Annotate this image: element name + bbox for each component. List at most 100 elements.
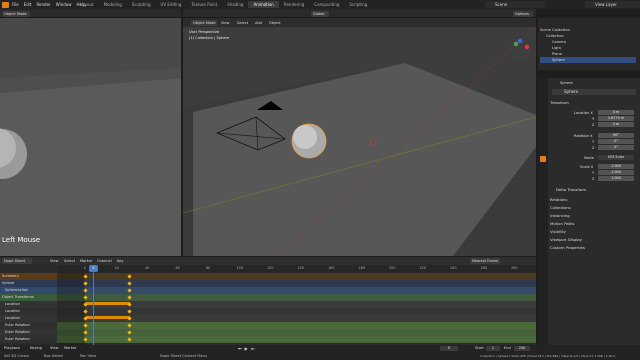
tab-scripting[interactable]: Scripting <box>344 1 372 8</box>
tab-compositing[interactable]: Compositing <box>309 1 344 8</box>
delta-transform-section[interactable]: Delta Transform <box>556 187 586 192</box>
scene-selector[interactable]: Scene <box>485 1 545 8</box>
tab-sculpting[interactable]: Sculpting <box>127 1 156 8</box>
collections-section[interactable]: Collections <box>550 205 571 210</box>
channel-location-x[interactable]: Location <box>0 301 57 308</box>
channel-sphere-action[interactable]: SphereAction <box>0 287 57 294</box>
dope-menu-marker[interactable]: Marker <box>80 259 92 263</box>
channel-object-transforms[interactable]: Object Transforms <box>0 294 57 301</box>
dope-menu-select[interactable]: Select <box>64 259 75 263</box>
visibility-section[interactable]: Visibility <box>550 229 566 234</box>
snap-dropdown[interactable]: Nearest Frame <box>470 258 500 264</box>
rotation-y-label: Y <box>592 140 595 144</box>
outliner-sphere[interactable]: Sphere <box>540 57 636 63</box>
view-layer-selector[interactable]: View Layer <box>585 1 640 8</box>
location-x-field[interactable]: 0 m <box>598 110 634 115</box>
start-label: Start <box>475 346 484 350</box>
scale-x-field[interactable]: 1.000 <box>598 164 634 169</box>
jump-end-icon[interactable]: ⏭ <box>251 346 255 351</box>
main-viewport[interactable]: Object Mode View Select Add Object User … <box>183 18 536 256</box>
marker-menu[interactable]: Marker <box>64 346 76 350</box>
start-frame-field[interactable]: 1 <box>486 346 500 351</box>
rotation-mode-dropdown[interactable]: XYZ Euler <box>598 155 634 160</box>
jump-start-icon[interactable]: ⏮ <box>238 346 242 351</box>
properties-tabs[interactable] <box>538 78 548 354</box>
viewport-menu-select[interactable]: Select <box>237 21 248 25</box>
keying-menu[interactable]: Keying <box>30 346 42 350</box>
playhead-line[interactable] <box>93 265 94 345</box>
tab-animation[interactable]: Animation <box>248 1 279 8</box>
rotation-x-field[interactable]: 90° <box>598 133 634 138</box>
view-menu[interactable]: View <box>50 346 59 350</box>
channel-euler-z[interactable]: Euler Rotation <box>0 336 57 343</box>
frame-tick-label: 80 <box>206 266 211 270</box>
status-area: Playback Keying View Marker ⏮ ▶ ⏭ 5 Star… <box>0 345 640 360</box>
rotation-y-field[interactable]: 0° <box>598 139 634 144</box>
playhead-frame[interactable]: 5 <box>89 265 98 272</box>
menu-edit[interactable]: Edit <box>24 2 32 7</box>
properties-object-name: Sphere <box>560 81 573 85</box>
frame-tick-label: 0 <box>84 266 87 270</box>
location-y-field[interactable]: 1.8779 m <box>598 116 634 121</box>
object-properties-icon[interactable] <box>540 156 546 162</box>
workspace-tabs: Layout Modeling Sculpting UV Editing Tex… <box>75 1 372 8</box>
playback-menu[interactable]: Playback <box>4 346 20 350</box>
channel-location-z[interactable]: Location <box>0 315 57 322</box>
tab-texture-paint[interactable]: Texture Paint <box>186 1 222 8</box>
tab-modeling[interactable]: Modeling <box>99 1 127 8</box>
hint-cursor: Set 3D Cursor <box>4 354 30 358</box>
channel-location-y[interactable]: Location <box>0 308 57 315</box>
tab-layout[interactable]: Layout <box>75 1 99 8</box>
dope-menu-channel[interactable]: Channel <box>97 259 112 263</box>
dope-sheet[interactable]: Dope Sheet View Select Marker Channel Ke… <box>0 257 536 345</box>
channel-summary[interactable]: Summary <box>0 273 57 280</box>
viewport-menu-object[interactable]: Object <box>269 21 281 25</box>
viewport-scene <box>183 27 536 256</box>
blender-logo-icon[interactable] <box>2 1 9 8</box>
current-frame-field[interactable]: 5 <box>440 346 458 351</box>
camera-view-scene <box>0 68 181 256</box>
rotation-z-field[interactable]: 0° <box>598 145 634 150</box>
tab-uv-editing[interactable]: UV Editing <box>156 1 187 8</box>
frame-tick-label: 280 <box>511 266 518 270</box>
menu-file[interactable]: File <box>12 2 19 7</box>
dope-sheet-mode[interactable]: Dope Sheet <box>2 258 32 264</box>
options-dropdown[interactable]: Options <box>513 10 533 17</box>
menu-window[interactable]: Window <box>56 2 72 7</box>
camera-viewport[interactable]: Object Mode Left Mouse <box>0 9 181 256</box>
frame-tick-label: 200 <box>389 266 396 270</box>
channel-sphere[interactable]: Sphere <box>0 280 57 287</box>
scale-y-field[interactable]: 1.000 <box>598 170 634 175</box>
playback-controls: ⏮ ▶ ⏭ <box>238 346 278 351</box>
frame-ruler[interactable]: 0 20 40 60 80 100 120 140 160 180 200 220 240 260 280 <box>57 265 536 273</box>
location-z-field[interactable]: 0 m <box>598 122 634 127</box>
viewport-menu-view[interactable]: View <box>221 21 230 25</box>
motion-paths-section[interactable]: Motion Paths <box>550 221 574 226</box>
play-icon[interactable]: ▶ <box>245 346 248 351</box>
tab-rendering[interactable]: Rendering <box>279 1 309 8</box>
scale-z-field[interactable]: 1.000 <box>598 176 634 181</box>
key-overlay-text: Left Mouse <box>2 236 41 244</box>
frame-tick-label: 260 <box>480 266 487 270</box>
object-name-field[interactable]: Sphere <box>552 89 636 95</box>
end-frame-field[interactable]: 250 <box>514 346 530 351</box>
tab-shading[interactable]: Shading <box>222 1 248 8</box>
navigation-gizmo[interactable] <box>508 38 532 62</box>
frame-tick-label: 220 <box>419 266 426 270</box>
viewport-menu-add[interactable]: Add <box>255 21 262 25</box>
scale-z-label: Z <box>592 177 595 181</box>
dope-menu-key[interactable]: Key <box>117 259 124 263</box>
main-mode-dropdown[interactable]: Object Mode <box>191 19 217 26</box>
channel-euler-x[interactable]: Euler Rotation <box>0 322 57 329</box>
instancing-section[interactable]: Instancing <box>550 213 570 218</box>
frame-tick-label: 120 <box>267 266 274 270</box>
channel-euler-y[interactable]: Euler Rotation <box>0 329 57 336</box>
mode-dropdown[interactable]: Object Mode <box>2 10 30 17</box>
custom-properties-section[interactable]: Custom Properties <box>550 245 585 250</box>
dope-menu-view[interactable]: View <box>50 259 59 263</box>
transform-orientation[interactable]: Global <box>311 10 329 17</box>
relations-section[interactable]: Relations <box>550 197 567 202</box>
viewport-display-section[interactable]: Viewport Display <box>550 237 582 242</box>
transform-section[interactable]: Transform <box>550 100 569 105</box>
menu-render[interactable]: Render <box>36 2 50 7</box>
